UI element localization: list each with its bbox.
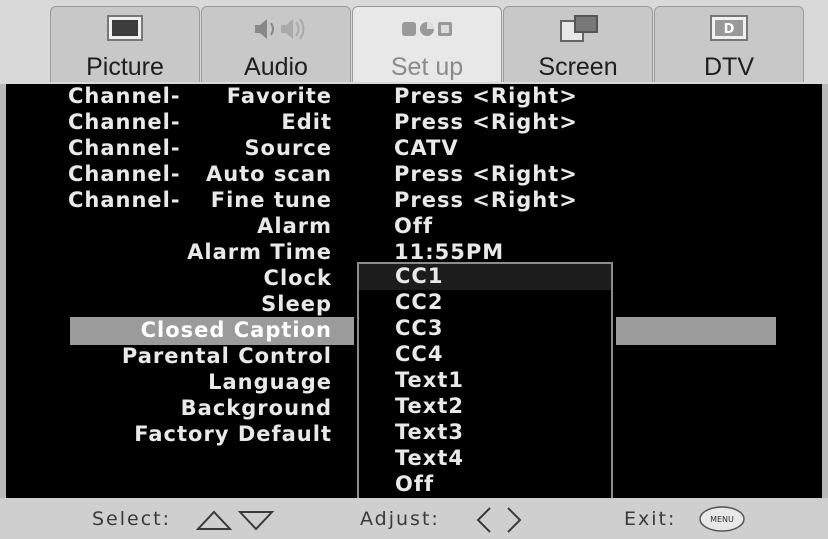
tab-audio[interactable]: Audio: [201, 6, 351, 82]
speaker-icon: [255, 18, 305, 40]
row-value: Press <Right>: [394, 110, 578, 134]
row-value: Off: [394, 214, 434, 238]
tab-label: Set up: [390, 53, 464, 81]
row-prefix: Channel-: [68, 136, 181, 160]
closed-caption-dropdown[interactable]: CC1 CC2 CC3 CC4 Text1 Text2 Text3 Text4 Off: [357, 262, 613, 498]
tab-bar: Picture Audio Set up Screen D DTV: [0, 0, 828, 84]
menu-row[interactable]: Alarm Off: [6, 214, 822, 240]
menu-row[interactable]: Channel- Auto scan Press <Right>: [6, 162, 822, 188]
menu-row[interactable]: Channel- Source CATV: [6, 136, 822, 162]
dtv-badge: D: [724, 22, 735, 37]
row-label: Closed Caption: [140, 318, 332, 342]
tab-dtv[interactable]: D DTV: [654, 6, 804, 82]
tab-label: Picture: [86, 53, 164, 81]
row-value: Press <Right>: [394, 188, 578, 212]
dropdown-option[interactable]: Text2: [395, 394, 464, 420]
option-label: Text4: [395, 446, 464, 470]
dropdown-option[interactable]: Off: [395, 472, 434, 498]
option-label: CC2: [395, 290, 444, 314]
row-value: Press <Right>: [394, 84, 578, 108]
row-prefix: Channel-: [68, 162, 181, 186]
dropdown-option[interactable]: CC2: [395, 290, 443, 316]
row-prefix: Channel-: [68, 84, 181, 108]
row-prefix: Channel-: [68, 110, 181, 134]
option-label: Text1: [395, 368, 464, 392]
exit-hint: Exit:: [624, 508, 677, 530]
row-label: Edit: [281, 110, 332, 134]
menu-button-label: MENU: [710, 515, 734, 524]
row-value: Press <Right>: [394, 162, 578, 186]
option-label: Text2: [395, 394, 464, 418]
row-value: CATV: [394, 136, 459, 160]
select-hint: Select:: [92, 508, 172, 530]
option-label: CC3: [395, 316, 444, 340]
row-label: Auto scan: [205, 162, 332, 186]
dropdown-option[interactable]: CC4: [395, 342, 443, 368]
option-label: Off: [395, 472, 435, 496]
screen-icon: [560, 15, 598, 42]
menu-row[interactable]: Channel- Fine tune Press <Right>: [6, 188, 822, 214]
row-value: 11:55PM: [394, 240, 505, 264]
setup-menu: Channel- Favorite Press <Right> Channel- Edi…: [6, 84, 822, 498]
left-right-arrows-icon: [476, 507, 522, 533]
dropdown-option[interactable]: CC1: [359, 264, 611, 290]
tab-label: Audio: [244, 53, 308, 81]
setup-icon: [402, 22, 452, 36]
row-label: Alarm: [257, 214, 332, 238]
menu-row[interactable]: Channel- Edit Press <Right>: [6, 110, 822, 136]
row-label: Source: [244, 136, 332, 160]
dtv-icon: D: [710, 15, 748, 41]
adjust-hint: Adjust:: [360, 508, 440, 530]
option-label: CC4: [395, 342, 444, 366]
tab-setup[interactable]: Set up: [352, 6, 502, 82]
option-label: Text3: [395, 420, 464, 444]
tv-icon: [107, 15, 143, 41]
menu-row[interactable]: Channel- Favorite Press <Right>: [6, 84, 822, 110]
row-label: Alarm Time: [187, 240, 332, 264]
hint-bar: Select: Adjust: Exit: MENU: [0, 498, 828, 539]
row-label: Language: [208, 370, 332, 394]
row-label: Factory Default: [134, 422, 332, 446]
dropdown-option[interactable]: Text1: [395, 368, 464, 394]
row-label: Sleep: [261, 292, 332, 316]
row-prefix: Channel-: [68, 188, 181, 212]
menu-button-icon: MENU: [699, 506, 745, 532]
tab-picture[interactable]: Picture: [50, 6, 200, 82]
row-label: Clock: [263, 266, 332, 290]
tab-label: DTV: [704, 53, 754, 81]
row-label: Background: [180, 396, 332, 420]
row-label: Parental Control: [121, 344, 332, 368]
row-label: Favorite: [226, 84, 332, 108]
dropdown-option[interactable]: Text3: [395, 420, 464, 446]
option-label: CC1: [395, 264, 444, 288]
tab-screen[interactable]: Screen: [503, 6, 653, 82]
tab-label: Screen: [538, 53, 618, 81]
up-down-arrows-icon: [196, 510, 275, 531]
row-label: Fine tune: [210, 188, 332, 212]
dropdown-option[interactable]: Text4: [395, 446, 464, 472]
dropdown-option[interactable]: CC3: [395, 316, 443, 342]
tv-osd-frame: Picture Audio Set up Screen D DTV Channe…: [0, 0, 828, 539]
